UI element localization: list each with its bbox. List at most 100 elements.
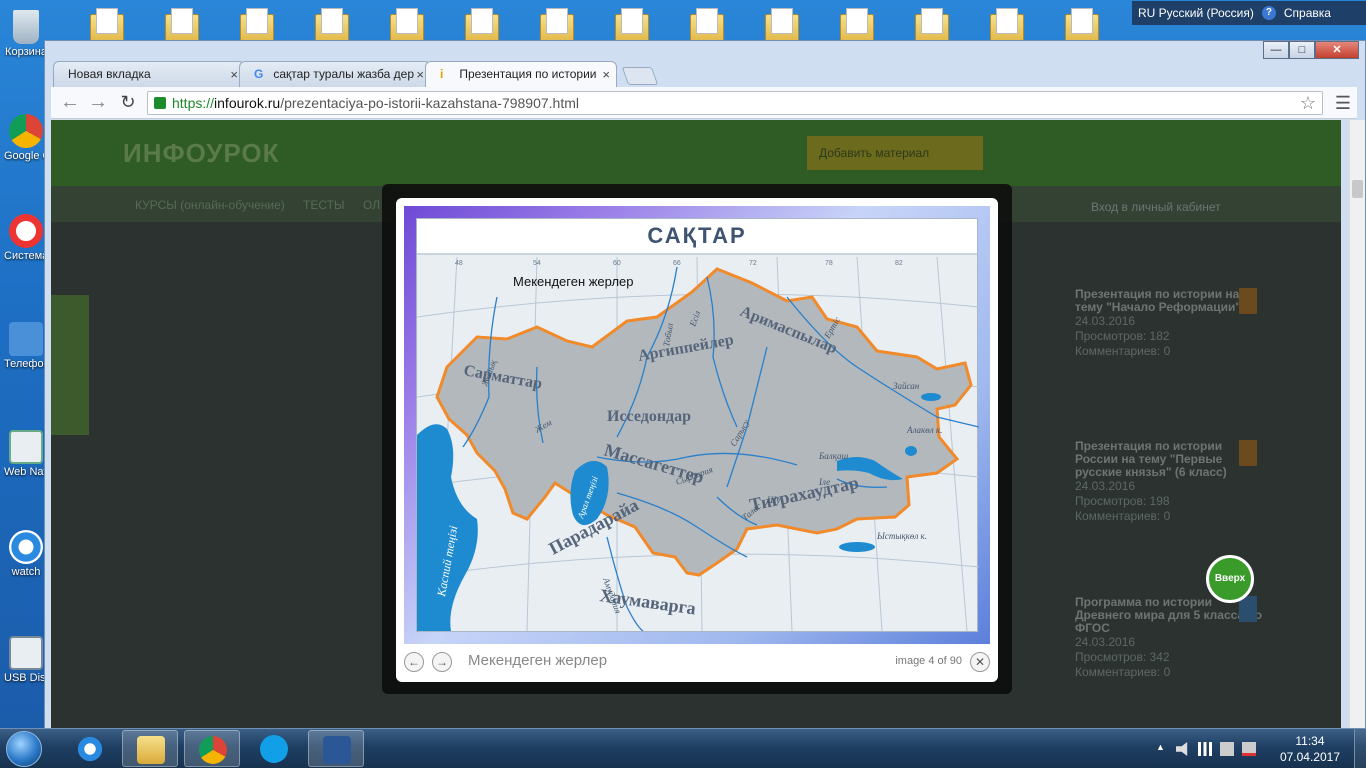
taskbar-word[interactable]	[308, 730, 364, 767]
related-item-comments: Комментариев: 0	[1075, 509, 1171, 523]
back-button[interactable]: ←	[59, 92, 81, 114]
scrollbar-thumb[interactable]	[1352, 180, 1363, 198]
scroll-up-button[interactable]: Вверх	[1206, 555, 1254, 603]
show-desktop-button[interactable]	[1354, 729, 1366, 768]
slide-subtitle: Мекендеген жерлер	[513, 274, 634, 289]
file-icon[interactable]	[540, 8, 574, 42]
map-label-issedones: Исседондар	[607, 408, 691, 425]
related-item[interactable]: Презентация по истории на тему "Начало Р…	[1075, 288, 1265, 359]
maximize-button[interactable]: □	[1289, 41, 1315, 59]
page-scrollbar[interactable]	[1349, 120, 1365, 730]
desktop-icon-watch[interactable]: watch	[4, 530, 48, 579]
file-icon[interactable]	[315, 8, 349, 42]
help-icon[interactable]: ?	[1261, 6, 1276, 20]
file-icon[interactable]	[615, 8, 649, 42]
longitude-label: 54	[533, 260, 541, 267]
desktop-icon-phonebook[interactable]: Телефонный справочник	[4, 322, 48, 371]
taskbar-explorer[interactable]	[122, 730, 178, 767]
territory-shape	[435, 267, 973, 577]
related-item-views: Просмотров: 342	[1075, 650, 1170, 664]
new-tab-button[interactable]	[621, 67, 659, 85]
taskbar-ie[interactable]	[62, 730, 118, 767]
nav-item-olympiads[interactable]: ОЛ	[363, 198, 380, 212]
word-icon	[323, 736, 351, 764]
internet-explorer-icon	[9, 530, 43, 564]
network-icon[interactable]	[1198, 742, 1212, 756]
tab-presentation[interactable]: i Презентация по истории ×	[425, 61, 617, 87]
nav-item-courses[interactable]: КУРСЫ (онлайн-обучение)	[135, 198, 285, 212]
start-button[interactable]	[6, 731, 42, 767]
close-tab-icon[interactable]: ×	[230, 62, 238, 87]
chrome-menu-icon[interactable]: ☰	[1335, 93, 1351, 114]
file-icon[interactable]	[765, 8, 799, 42]
desktop-icon-label: Телефонный справочник	[4, 358, 48, 370]
file-icon[interactable]	[240, 8, 274, 42]
usb-security-icon	[9, 636, 43, 670]
file-icon[interactable]	[990, 8, 1024, 42]
forward-button[interactable]: →	[87, 92, 109, 114]
file-icon[interactable]	[840, 8, 874, 42]
bookmark-star-icon[interactable]: ☆	[1300, 92, 1316, 114]
lock-icon[interactable]	[154, 97, 166, 109]
map-label-zaisan: Зайсан	[893, 381, 920, 391]
action-center-icon[interactable]	[1242, 742, 1256, 756]
desktop-icon-label: Система заявок	[4, 250, 48, 262]
internet-explorer-icon	[76, 735, 104, 763]
lifebuoy-icon	[9, 214, 43, 248]
clock-time: 11:34	[1295, 734, 1325, 748]
desktop-icon-web-navigator[interactable]: Web Navigator	[4, 430, 48, 479]
file-icon[interactable]	[165, 8, 199, 42]
url-host: infourok.ru	[214, 95, 281, 111]
related-item-date: 24.03.2016	[1075, 479, 1136, 493]
desktop-icons: Корзина Google Chrome Система заявок Тел…	[0, 0, 48, 728]
file-icon[interactable]	[690, 8, 724, 42]
nav-item-tests[interactable]: ТЕСТЫ	[303, 198, 345, 212]
device-icon[interactable]	[1220, 742, 1234, 756]
related-item-title[interactable]: Презентация по истории России на тему "П…	[1075, 440, 1265, 479]
close-tab-icon[interactable]: ×	[416, 62, 424, 87]
show-hidden-icons-icon[interactable]: ▲	[1156, 742, 1170, 756]
desktop-icon-usb-security[interactable]: USB Disk Security	[4, 636, 48, 685]
tab-google-search[interactable]: G сақтар туралы жазба дер ×	[239, 61, 431, 87]
language-label[interactable]: RU Русский (Россия)	[1138, 6, 1254, 20]
desktop-icon-label: USB Disk Security	[4, 672, 48, 684]
longitude-label: 72	[749, 260, 757, 267]
close-window-button[interactable]: ✕	[1315, 41, 1359, 59]
file-icon[interactable]	[1065, 8, 1099, 42]
tab-label: сақтар туралы жазба дер	[273, 67, 415, 81]
reload-button[interactable]: ↻	[117, 92, 139, 114]
desktop-icon-recycle-bin[interactable]: Корзина	[4, 10, 48, 59]
desktop-icon-label: Web Navigator	[4, 466, 48, 478]
close-tab-icon[interactable]: ×	[602, 62, 610, 87]
close-lightbox-button[interactable]: ✕	[970, 652, 990, 672]
map-label-alakol: Алакөл к.	[906, 425, 942, 435]
volume-icon[interactable]	[1176, 742, 1188, 756]
file-icon[interactable]	[915, 8, 949, 42]
minimize-button[interactable]: —	[1263, 41, 1289, 59]
tab-new[interactable]: Новая вкладка ×	[53, 61, 245, 87]
file-icon[interactable]	[90, 8, 124, 42]
feedback-side-tab[interactable]	[51, 295, 89, 435]
clock[interactable]: 11:34 07.04.2017	[1280, 733, 1340, 765]
web-navigator-icon	[9, 430, 43, 464]
language-bar[interactable]: RU Русский (Россия) ? Справка	[1132, 1, 1366, 25]
lightbox: САҚТАР 48 54 60 66 72 78 82 Сарматтар Ар…	[396, 198, 998, 682]
desktop-icon-requests[interactable]: Система заявок	[4, 214, 48, 263]
help-label[interactable]: Справка	[1284, 6, 1331, 20]
file-icon[interactable]	[465, 8, 499, 42]
address-bar[interactable]: https://infourok.ru/prezentaciya-po-isto…	[147, 91, 1323, 115]
site-logo[interactable]: ИНФОУРОК	[123, 138, 280, 169]
taskbar-chrome[interactable]	[184, 730, 240, 767]
longitude-label: 78	[825, 260, 833, 267]
next-image-button[interactable]: →	[432, 652, 452, 672]
add-material-button[interactable]: Добавить материал	[807, 136, 983, 170]
file-icon[interactable]	[390, 8, 424, 42]
login-link[interactable]: Вход в личный кабинет	[1091, 200, 1221, 214]
related-item[interactable]: Презентация по истории России на тему "П…	[1075, 440, 1265, 524]
previous-image-button[interactable]: ←	[404, 652, 424, 672]
related-item-title[interactable]: Презентация по истории на тему "Начало Р…	[1075, 288, 1265, 314]
taskbar-skype[interactable]	[246, 730, 302, 767]
desktop-icon-chrome[interactable]: Google Chrome	[4, 114, 48, 163]
related-item[interactable]: Программа по истории Древнего мира для 5…	[1075, 596, 1265, 680]
recycle-bin-icon	[13, 10, 39, 44]
